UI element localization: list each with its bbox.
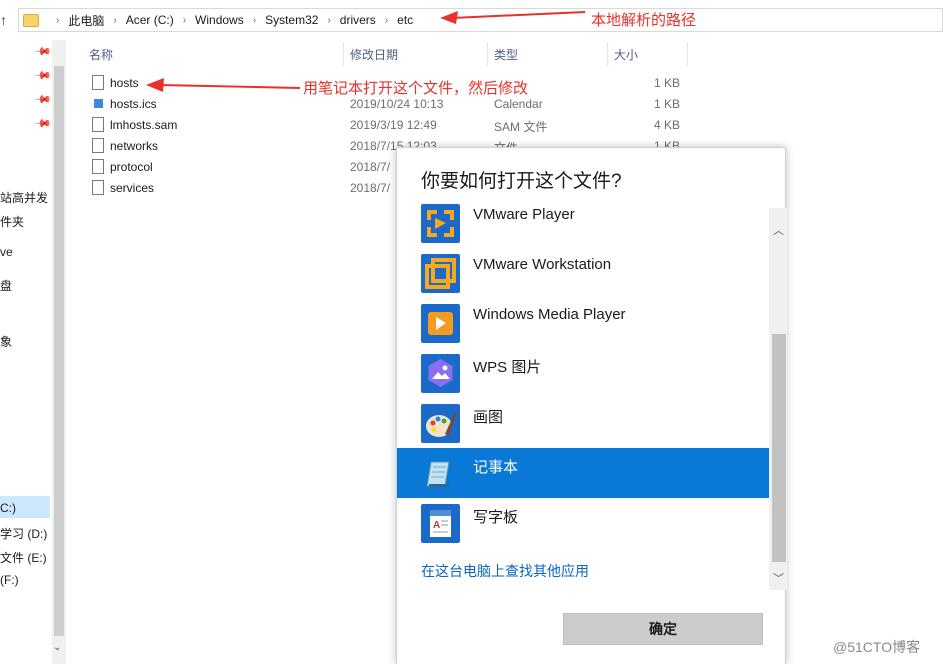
app-name: VMware Workstation [473,256,612,273]
app-name: VMware Player [473,206,575,223]
annotation-arrow-path [440,11,586,24]
app-option-vmware-workstation[interactable]: VMware Workstation [397,248,771,298]
app-name: 画图 [473,409,504,426]
scroll-down-icon[interactable]: ﹀ [773,570,784,586]
vmware-player-icon [421,204,460,243]
annotation-path-note: 本地解析的路径 [591,12,697,29]
find-more-apps-link[interactable]: 在这台电脑上查找其他应用 [421,561,589,581]
dialog-title: 你要如何打开这个文件? [421,171,622,192]
open-with-dialog: 你要如何打开这个文件? VMware Player VMware Worksta… [396,147,787,664]
paint-icon [421,404,460,443]
app-option-vmware-player[interactable]: VMware Player [397,198,771,248]
ok-button[interactable]: 确定 [563,613,763,645]
dialog-scrollbar-thumb[interactable] [772,334,786,562]
app-name: 记事本 [473,459,519,476]
app-option-windows-media-player[interactable]: Windows Media Player [397,298,771,348]
svg-text:A: A [433,520,440,531]
annotation-hosts-note: 用笔记本打开这个文件，然后修改 [303,80,529,97]
app-option-notepad[interactable]: 记事本 [397,448,771,498]
app-name: Windows Media Player [473,306,626,323]
vmware-workstation-icon [421,254,460,293]
watermark: @51CTO博客 [833,639,921,655]
scroll-up-icon[interactable]: ︿ [773,222,784,238]
wps-picture-icon [421,354,460,393]
app-name: 写字板 [473,509,519,526]
notepad-icon [421,454,460,493]
annotation-arrow-hosts [146,78,301,92]
app-option-paint[interactable]: 画图 [397,398,771,448]
app-name: WPS 图片 [473,359,542,376]
app-option-wps-picture[interactable]: WPS 图片 [397,348,771,398]
windows-media-player-icon [421,304,460,343]
wordpad-icon: A [421,504,460,543]
app-option-wordpad[interactable]: A 写字板 [397,498,771,548]
